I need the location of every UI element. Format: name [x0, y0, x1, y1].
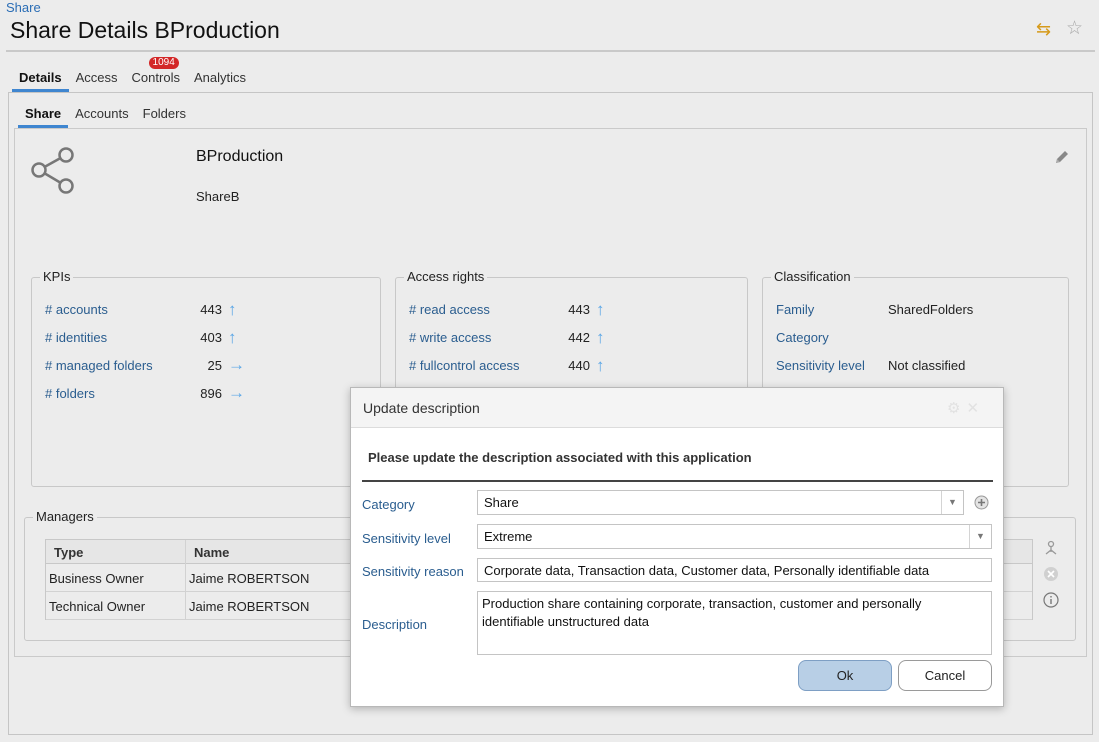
page-title: Share Details BProduction [10, 17, 280, 43]
info-icon[interactable] [1043, 592, 1059, 608]
arrow-right-icon: → [228, 355, 245, 374]
cancel-button[interactable]: Cancel [898, 660, 992, 691]
kpi-managed-folders-label[interactable]: # managed folders [45, 358, 153, 373]
breadcrumb[interactable]: Share [6, 0, 41, 15]
update-description-dialog: Update description ⚙✕ Please update the … [350, 387, 1004, 707]
title-divider [6, 50, 1095, 52]
sensitivity-level-select[interactable]: Extreme ▼ [477, 524, 992, 549]
sensitivity-reason-field-label: Sensitivity reason [362, 564, 464, 579]
chevron-down-icon[interactable]: ▼ [941, 491, 963, 514]
access-rights-legend: Access rights [404, 269, 488, 284]
subtab-share[interactable]: Share [18, 104, 69, 128]
manager-name: Jaime ROBERTSON [189, 571, 310, 586]
kpi-identities-value: 403 [200, 330, 222, 345]
kpi-accounts-label[interactable]: # accounts [45, 302, 108, 317]
dialog-divider [362, 480, 993, 482]
classification-legend: Classification [771, 269, 854, 284]
category-select[interactable]: Share ▼ [477, 490, 964, 515]
kpi-managed-folders-value: 25 [207, 358, 222, 373]
family-label: Family [776, 302, 815, 317]
main-tabs: Details Access Controls 1094 Analytics [12, 57, 253, 92]
description-textarea[interactable]: Production share containing corporate, t… [477, 591, 992, 655]
kpi-accounts-value: 443 [200, 302, 222, 317]
column-header-type[interactable]: Type [54, 545, 83, 560]
column-header-name[interactable]: Name [194, 545, 229, 560]
arrow-up-icon: ↑ [596, 356, 605, 375]
chevron-down-icon[interactable]: ▼ [969, 525, 991, 548]
ok-button[interactable]: Ok [798, 660, 892, 691]
share-name: BProduction [196, 148, 284, 165]
manager-icon[interactable] [1043, 540, 1059, 556]
controls-count-badge: 1094 [148, 57, 179, 69]
arrow-up-icon: ↑ [596, 300, 605, 319]
category-select-value: Share [484, 495, 519, 510]
sensitivity-reason-input[interactable]: Corporate data, Transaction data, Custom… [477, 558, 992, 582]
manager-type: Business Owner [49, 571, 144, 586]
sensitivity-level-value: Not classified [888, 358, 966, 373]
arrow-right-icon: → [228, 383, 245, 402]
tab-controls-label: Controls [131, 70, 180, 85]
kpi-folders-value: 896 [200, 386, 222, 401]
tab-details[interactable]: Details [12, 68, 69, 92]
kpis-legend: KPIs [40, 269, 74, 284]
read-access-label[interactable]: # read access [409, 302, 490, 317]
sync-icon[interactable]: ⇆ [1036, 20, 1051, 38]
kpi-folders-label[interactable]: # folders [45, 386, 95, 401]
tab-analytics[interactable]: Analytics [187, 68, 253, 92]
share-subtitle: ShareB [196, 189, 240, 204]
managers-legend: Managers [33, 509, 97, 524]
fullcontrol-access-label[interactable]: # fullcontrol access [409, 358, 520, 373]
sensitivity-level-label: Sensitivity level [776, 358, 865, 373]
write-access-value: 442 [568, 330, 590, 345]
sub-tabs: Share Accounts Folders [18, 104, 193, 128]
sensitivity-level-select-value: Extreme [484, 529, 533, 544]
add-icon[interactable] [974, 495, 989, 510]
write-access-label[interactable]: # write access [409, 330, 491, 345]
arrow-up-icon: ↑ [596, 328, 605, 347]
subtab-accounts[interactable]: Accounts [68, 104, 135, 128]
remove-icon[interactable] [1043, 566, 1059, 582]
kpi-identities-label[interactable]: # identities [45, 330, 107, 345]
dialog-title: Update description [363, 400, 480, 416]
tab-access[interactable]: Access [69, 68, 125, 92]
edit-icon[interactable] [1053, 148, 1071, 166]
dialog-header-icons: ⚙✕ [947, 400, 986, 417]
read-access-value: 443 [568, 302, 590, 317]
description-field-label: Description [362, 617, 428, 632]
family-value: SharedFolders [888, 302, 974, 317]
dialog-header: Update description ⚙✕ [351, 388, 1003, 428]
arrow-up-icon: ↑ [228, 300, 237, 319]
category-label: Category [776, 330, 829, 345]
arrow-up-icon: ↑ [228, 328, 237, 347]
subtab-folders[interactable]: Folders [136, 104, 193, 128]
sensitivity-level-field-label: Sensitivity level [362, 531, 451, 546]
dialog-intro: Please update the description associated… [368, 450, 752, 465]
star-icon[interactable]: ☆ [1066, 19, 1083, 38]
fullcontrol-access-value: 440 [568, 358, 590, 373]
tab-controls[interactable]: Controls 1094 [125, 57, 187, 92]
category-field-label: Category [362, 497, 415, 512]
share-icon [31, 147, 74, 194]
manager-type: Technical Owner [49, 599, 146, 614]
manager-name: Jaime ROBERTSON [189, 599, 310, 614]
